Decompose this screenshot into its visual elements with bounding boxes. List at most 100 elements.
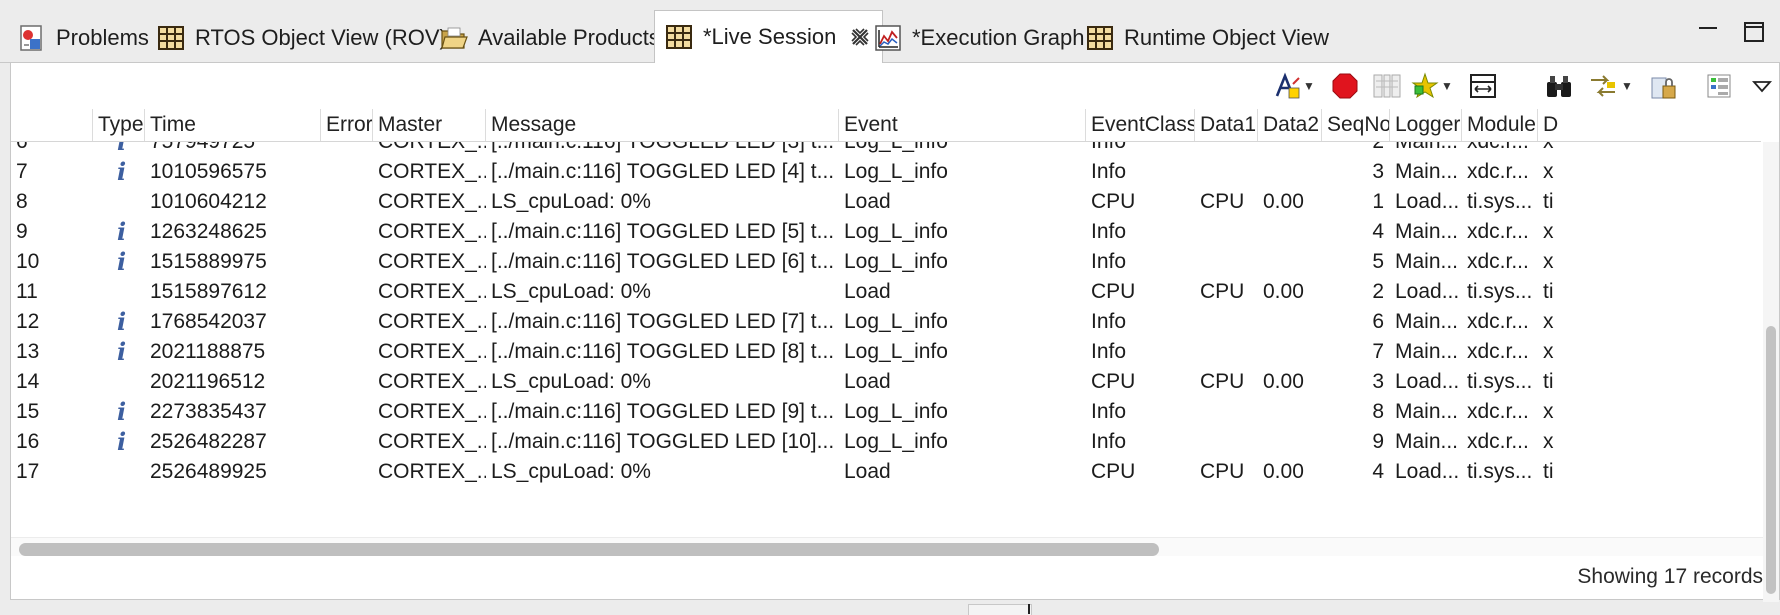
cell-num: 11 bbox=[16, 280, 38, 303]
cell-error bbox=[321, 335, 373, 369]
cell-data1: CPU bbox=[1200, 370, 1245, 393]
cell-module: xdc.r... bbox=[1467, 220, 1529, 243]
table-row[interactable]: 17 2526489925 CORTEX_... LS_cpuLoad: 0% Load… bbox=[11, 455, 1761, 489]
chevron-down-icon: ▼ bbox=[1303, 79, 1315, 93]
view-tab-bar: Problems RTOS Object View (ROV) Availabl… bbox=[0, 0, 1780, 63]
cell-master: CORTEX_... bbox=[378, 310, 486, 333]
records-table: 6i757949725CORTEX_...[../main.c:116] TOG… bbox=[11, 142, 1761, 602]
problems-icon bbox=[20, 25, 42, 51]
group-icon bbox=[1707, 74, 1731, 98]
column-header-message[interactable]: Message bbox=[486, 109, 839, 141]
cell-num: 13 bbox=[16, 340, 40, 363]
tab-rtos-object-view[interactable]: RTOS Object View (ROV) bbox=[157, 14, 447, 62]
binoculars-find-icon bbox=[1547, 76, 1571, 97]
column-header-module[interactable]: Module bbox=[1462, 109, 1538, 141]
cell-logger: Load... bbox=[1395, 280, 1460, 303]
record-count-status: Showing 17 records bbox=[1577, 565, 1763, 588]
chevron-down-icon: ▼ bbox=[1441, 79, 1453, 93]
tab-available-products[interactable]: Available Products bbox=[440, 14, 660, 62]
info-icon: i bbox=[116, 337, 127, 366]
table-row[interactable]: 12 i 1768542037 CORTEX_... [../main.c:116] T… bbox=[11, 305, 1761, 339]
column-header-data2[interactable]: Data2 bbox=[1258, 109, 1322, 141]
column-header-master[interactable]: Master bbox=[373, 109, 486, 141]
cell-seqno: 9 bbox=[1372, 430, 1384, 453]
maximize-icon[interactable] bbox=[1742, 20, 1766, 44]
cell-seqno: 4 bbox=[1372, 460, 1384, 483]
table-row[interactable]: 10 i 1515889975 CORTEX_... [../main.c:116] T… bbox=[11, 245, 1761, 279]
column-header-eventclass[interactable]: EventClass bbox=[1086, 109, 1195, 141]
minimize-icon[interactable] bbox=[1696, 20, 1720, 44]
cell-data2 bbox=[1258, 215, 1322, 249]
find-button[interactable] bbox=[1543, 70, 1575, 102]
columns-button[interactable] bbox=[1371, 70, 1403, 102]
tab-runtime-object-view[interactable]: Runtime Object View bbox=[1086, 14, 1329, 62]
cell-event: Load bbox=[844, 460, 891, 483]
cell-d: x bbox=[1543, 400, 1554, 423]
sync-button[interactable]: ▼ bbox=[1587, 70, 1635, 102]
cell-d: ti bbox=[1543, 280, 1554, 303]
vertical-scroll-thumb[interactable] bbox=[1766, 326, 1776, 594]
cell-master: CORTEX_... bbox=[378, 220, 486, 243]
cell-event: Load bbox=[844, 190, 891, 213]
cell-logger: Main... bbox=[1395, 220, 1459, 243]
cell-logger: Main... bbox=[1395, 430, 1459, 453]
cell-event: Log_L_info bbox=[844, 220, 948, 243]
fit-columns-button[interactable] bbox=[1467, 70, 1499, 102]
cell-d: ti bbox=[1543, 190, 1554, 213]
table-row[interactable]: 8 1010604212 CORTEX_... LS_cpuLoad: 0% Load C… bbox=[11, 185, 1761, 219]
cell-data2 bbox=[1258, 155, 1322, 189]
column-header-data1[interactable]: Data1 bbox=[1195, 109, 1258, 141]
table-row[interactable]: 16 i 2526482287 CORTEX_... [../main.c:116] T… bbox=[11, 425, 1761, 459]
info-icon: i bbox=[116, 157, 127, 186]
column-header-time[interactable]: Time bbox=[145, 109, 321, 141]
column-header-type[interactable]: Type bbox=[93, 109, 145, 141]
tab-label: RTOS Object View (ROV) bbox=[195, 25, 447, 50]
cell-num: 10 bbox=[16, 250, 40, 273]
table-row[interactable]: 14 2021196512 CORTEX_... LS_cpuLoad: 0% Load… bbox=[11, 365, 1761, 399]
info-icon: i bbox=[116, 397, 127, 426]
stop-record-button[interactable] bbox=[1329, 70, 1361, 102]
cell-type bbox=[93, 275, 145, 309]
vertical-scrollbar[interactable] bbox=[1763, 142, 1779, 602]
cell-module: ti.sys... bbox=[1467, 190, 1533, 213]
horizontal-scroll-thumb[interactable] bbox=[19, 543, 1159, 556]
view-menu-button[interactable] bbox=[1751, 70, 1773, 102]
cell-eventclass: CPU bbox=[1091, 370, 1136, 393]
column-header-d[interactable]: D bbox=[1538, 109, 1578, 141]
column-header-logger[interactable]: Logger bbox=[1390, 109, 1462, 141]
filter-button[interactable]: ▼ bbox=[1409, 70, 1455, 102]
cell-d: ti bbox=[1543, 370, 1554, 393]
lock-config-button[interactable] bbox=[1647, 70, 1679, 102]
cell-data2: 0.00 bbox=[1263, 370, 1304, 393]
group-button[interactable] bbox=[1703, 70, 1735, 102]
tab-label: *Live Session bbox=[703, 24, 837, 49]
tab-live-session[interactable]: *Live Session bbox=[654, 10, 884, 63]
column-header-error[interactable]: Error bbox=[321, 109, 373, 141]
tab-problems[interactable]: Problems bbox=[18, 14, 149, 62]
table-row[interactable]: 7 i 1010596575 CORTEX_... [../main.c:116] TO… bbox=[11, 155, 1761, 189]
cell-d: x bbox=[1543, 430, 1554, 453]
table-row[interactable]: 15 i 2273835437 CORTEX_... [../main.c:116] T… bbox=[11, 395, 1761, 429]
tab-execution-graph[interactable]: *Execution Graph bbox=[874, 14, 1084, 62]
table-row[interactable]: 13 i 2021188875 CORTEX_... [../main.c:116] T… bbox=[11, 335, 1761, 369]
table-row[interactable]: 11 1515897612 CORTEX_... LS_cpuLoad: 0% Load… bbox=[11, 275, 1761, 309]
horizontal-scrollbar[interactable] bbox=[11, 537, 1763, 556]
cell-eventclass: CPU bbox=[1091, 460, 1136, 483]
close-icon[interactable] bbox=[848, 25, 872, 49]
column-header-index[interactable] bbox=[11, 109, 93, 141]
font-style-button[interactable]: ▼ bbox=[1271, 70, 1317, 102]
cell-time: 1515889975 bbox=[150, 250, 267, 273]
column-header-seqno[interactable]: SeqNo bbox=[1322, 109, 1390, 141]
table-row[interactable]: 9 i 1263248625 CORTEX_... [../main.c:116] TO… bbox=[11, 215, 1761, 249]
cell-logger: Main... bbox=[1395, 400, 1459, 423]
cell-seqno: 4 bbox=[1372, 220, 1384, 243]
folder-open-icon bbox=[441, 27, 468, 49]
cell-logger: Load... bbox=[1395, 370, 1460, 393]
cell-eventclass: Info bbox=[1091, 400, 1127, 423]
cell-master: CORTEX_... bbox=[378, 400, 486, 423]
bottom-sash[interactable] bbox=[968, 604, 1032, 615]
cell-d: x bbox=[1543, 250, 1554, 273]
cell-message: [../main.c:116] TOGGLED LED [4] t... bbox=[491, 160, 835, 183]
column-header-event[interactable]: Event bbox=[839, 109, 1086, 141]
cell-d: x bbox=[1543, 310, 1554, 333]
